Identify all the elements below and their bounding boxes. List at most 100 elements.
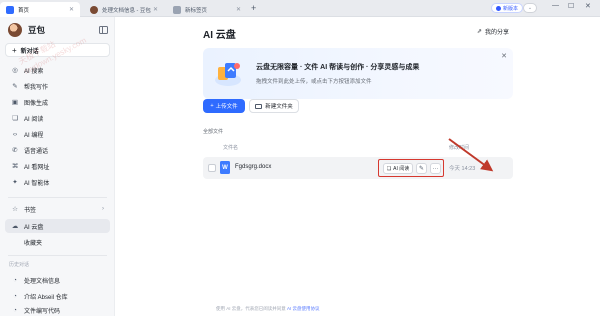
- sidebar-item-label: AI 看网址: [24, 164, 50, 171]
- folder-icon: [255, 103, 263, 109]
- book-icon: ❏: [12, 115, 18, 122]
- column-header-name: 文件名: [223, 145, 239, 151]
- share-icon: ⇗: [477, 29, 483, 35]
- sidebar-item-favorites[interactable]: 收藏夹: [5, 235, 110, 249]
- ai-read-label: AI 阅读: [393, 166, 410, 172]
- sidebar-divider: [8, 197, 107, 198]
- history-item[interactable]: ◔ 处理文档信息: [5, 273, 110, 287]
- sidebar-item-label: AI 智能体: [24, 180, 50, 187]
- history-item-label: 文件编写代码: [24, 308, 61, 315]
- bookmark-icon: ☆: [12, 206, 18, 213]
- footer-text: 使用 AI 云盘，代表您已阅读并同意: [216, 306, 286, 311]
- file-name[interactable]: Fgdsgrg.docx: [235, 164, 271, 170]
- more-button[interactable]: ···: [430, 163, 441, 174]
- close-window-icon[interactable]: ✕: [585, 2, 591, 10]
- sidebar-divider: [8, 255, 107, 256]
- code-icon: ‹›: [12, 130, 18, 138]
- minimize-icon[interactable]: —: [552, 2, 559, 9]
- star-icon: [11, 238, 19, 246]
- tab-label: 新标签页: [185, 7, 208, 14]
- history-item-label: 介绍 Abseil 仓库: [24, 294, 68, 301]
- chevron-down-icon: ⌄: [527, 5, 533, 11]
- new-folder-button[interactable]: 新建文件夹: [249, 99, 299, 113]
- tab-newtab[interactable]: 新标签页 ✕: [167, 2, 247, 17]
- home-favicon-icon: [6, 5, 14, 14]
- browser-tab-bar: 首页 ✕ 处理文档信息 - 豆包 ✕ 新标签页 ✕ + 新版本 ⌄ — ☐ ✕: [0, 0, 600, 17]
- sidebar-item-label: AI 编程: [24, 132, 44, 139]
- ai-read-button[interactable]: ❏ AI 阅读: [383, 163, 413, 174]
- chat-icon: ◔: [13, 292, 17, 300]
- history-item-label: 处理文档信息: [24, 278, 61, 285]
- cloud-illustration-icon: [215, 63, 241, 86]
- terms-link[interactable]: AI 云盘使用协议: [287, 306, 320, 311]
- tab-close-icon[interactable]: ✕: [153, 6, 158, 13]
- word-doc-icon: W: [220, 161, 230, 174]
- chat-icon: ◔: [13, 276, 17, 284]
- tab-home[interactable]: 首页 ✕: [0, 2, 80, 17]
- history-item[interactable]: ◔ 介绍 Abseil 仓库: [5, 289, 110, 303]
- my-share-button[interactable]: ⇗ 我的分享: [477, 27, 509, 36]
- main-content: AI 云盘 ⇗ 我的分享 云盘无限容量 · 文件 AI 帮读与创作 · 分享灵感…: [116, 17, 600, 316]
- avatar: [8, 23, 22, 37]
- sidebar-item-voice-call[interactable]: ✆ 语音通话: [5, 143, 110, 157]
- sidebar: 豆包 + 新对话 ◎ AI 搜索 ✎ 帮我写作 ▣ 图像生成 ❏ AI 阅读 ‹…: [0, 17, 115, 316]
- sidebar-item-bookmarks[interactable]: ☆ 书签 ›: [5, 202, 110, 216]
- tab-close-icon[interactable]: ✕: [236, 6, 241, 13]
- search-icon: ◎: [12, 67, 18, 74]
- row-checkbox[interactable]: [208, 164, 216, 172]
- sidebar-item-label: 语音通话: [24, 148, 49, 155]
- sidebar-item-label: 收藏夹: [24, 240, 43, 247]
- sidebar-item-ai-coding[interactable]: ‹› AI 编程: [5, 127, 110, 141]
- sidebar-item-image-gen[interactable]: ▣ 图像生成: [5, 95, 110, 109]
- tab-chat[interactable]: 处理文档信息 - 豆包 ✕: [84, 2, 164, 17]
- sidebar-item-label: 图像生成: [24, 100, 49, 107]
- upload-file-button[interactable]: + 上传文件: [203, 99, 245, 113]
- close-icon[interactable]: ✕: [501, 52, 507, 60]
- brand[interactable]: 豆包: [8, 23, 45, 37]
- history-section-label: 历史对话: [9, 262, 30, 268]
- sidebar-collapse-icon[interactable]: [99, 26, 108, 34]
- upload-banner[interactable]: 云盘无限容量 · 文件 AI 帮读与创作 · 分享灵感与成果 拖拽文件到此处上传…: [203, 48, 513, 99]
- sidebar-item-ai-agent[interactable]: ✦ AI 智能体: [5, 175, 110, 189]
- sidebar-item-label: AI 云盘: [24, 224, 44, 231]
- more-icon: ···: [432, 165, 439, 172]
- history-item[interactable]: ◔ 文件编写代码: [5, 305, 110, 315]
- chevron-right-icon[interactable]: ›: [102, 206, 104, 212]
- maximize-icon[interactable]: ☐: [568, 2, 574, 10]
- new-version-button[interactable]: 新版本: [491, 3, 524, 13]
- sidebar-item-ai-cloud[interactable]: ☁ AI 云盘: [5, 219, 110, 233]
- row-actions-highlight: ❏ AI 阅读 ✎ ···: [378, 159, 444, 177]
- tab-label: 首页: [18, 7, 30, 14]
- newtab-favicon-icon: [173, 5, 181, 14]
- doubao-favicon-icon: [90, 5, 98, 14]
- brand-name: 豆包: [28, 25, 46, 35]
- new-version-label: 新版本: [503, 5, 519, 12]
- banner-title: 云盘无限容量 · 文件 AI 帮读与创作 · 分享灵感与成果: [256, 64, 420, 71]
- my-share-label: 我的分享: [485, 30, 510, 36]
- upload-label: 上传文件: [215, 104, 238, 110]
- book-icon: ❏: [386, 165, 392, 172]
- tab-close-icon[interactable]: ✕: [69, 6, 74, 13]
- sidebar-item-writing[interactable]: ✎ 帮我写作: [5, 79, 110, 93]
- plus-icon[interactable]: +: [251, 3, 256, 13]
- plus-icon: +: [210, 103, 214, 109]
- banner-subtitle: 拖拽文件到此处上传，或点击下方按钮添加文件: [256, 79, 372, 85]
- phone-icon: ✆: [12, 147, 18, 154]
- edit-button[interactable]: ✎: [416, 163, 427, 174]
- plus-icon: +: [12, 45, 17, 55]
- pen-icon: ✎: [418, 166, 425, 172]
- pen-icon: ✎: [12, 83, 18, 90]
- sidebar-item-ai-url[interactable]: ⌘ AI 看网址: [5, 159, 110, 173]
- sidebar-item-label: 书签: [24, 207, 37, 214]
- chat-icon: ◔: [13, 306, 17, 314]
- annotation-arrow-icon: [448, 138, 494, 172]
- agent-icon: ✦: [12, 179, 18, 186]
- profile-dropdown[interactable]: ⌄: [523, 3, 537, 13]
- all-files-label: 全部文件: [203, 129, 224, 135]
- sidebar-item-ai-reading[interactable]: ❏ AI 阅读: [5, 111, 110, 125]
- sidebar-item-label: AI 阅读: [24, 116, 44, 123]
- link-icon: ⌘: [11, 163, 19, 170]
- cloud-icon: ☁: [11, 223, 19, 230]
- page-title: AI 云盘: [203, 30, 236, 41]
- new-folder-label: 新建文件夹: [265, 104, 293, 110]
